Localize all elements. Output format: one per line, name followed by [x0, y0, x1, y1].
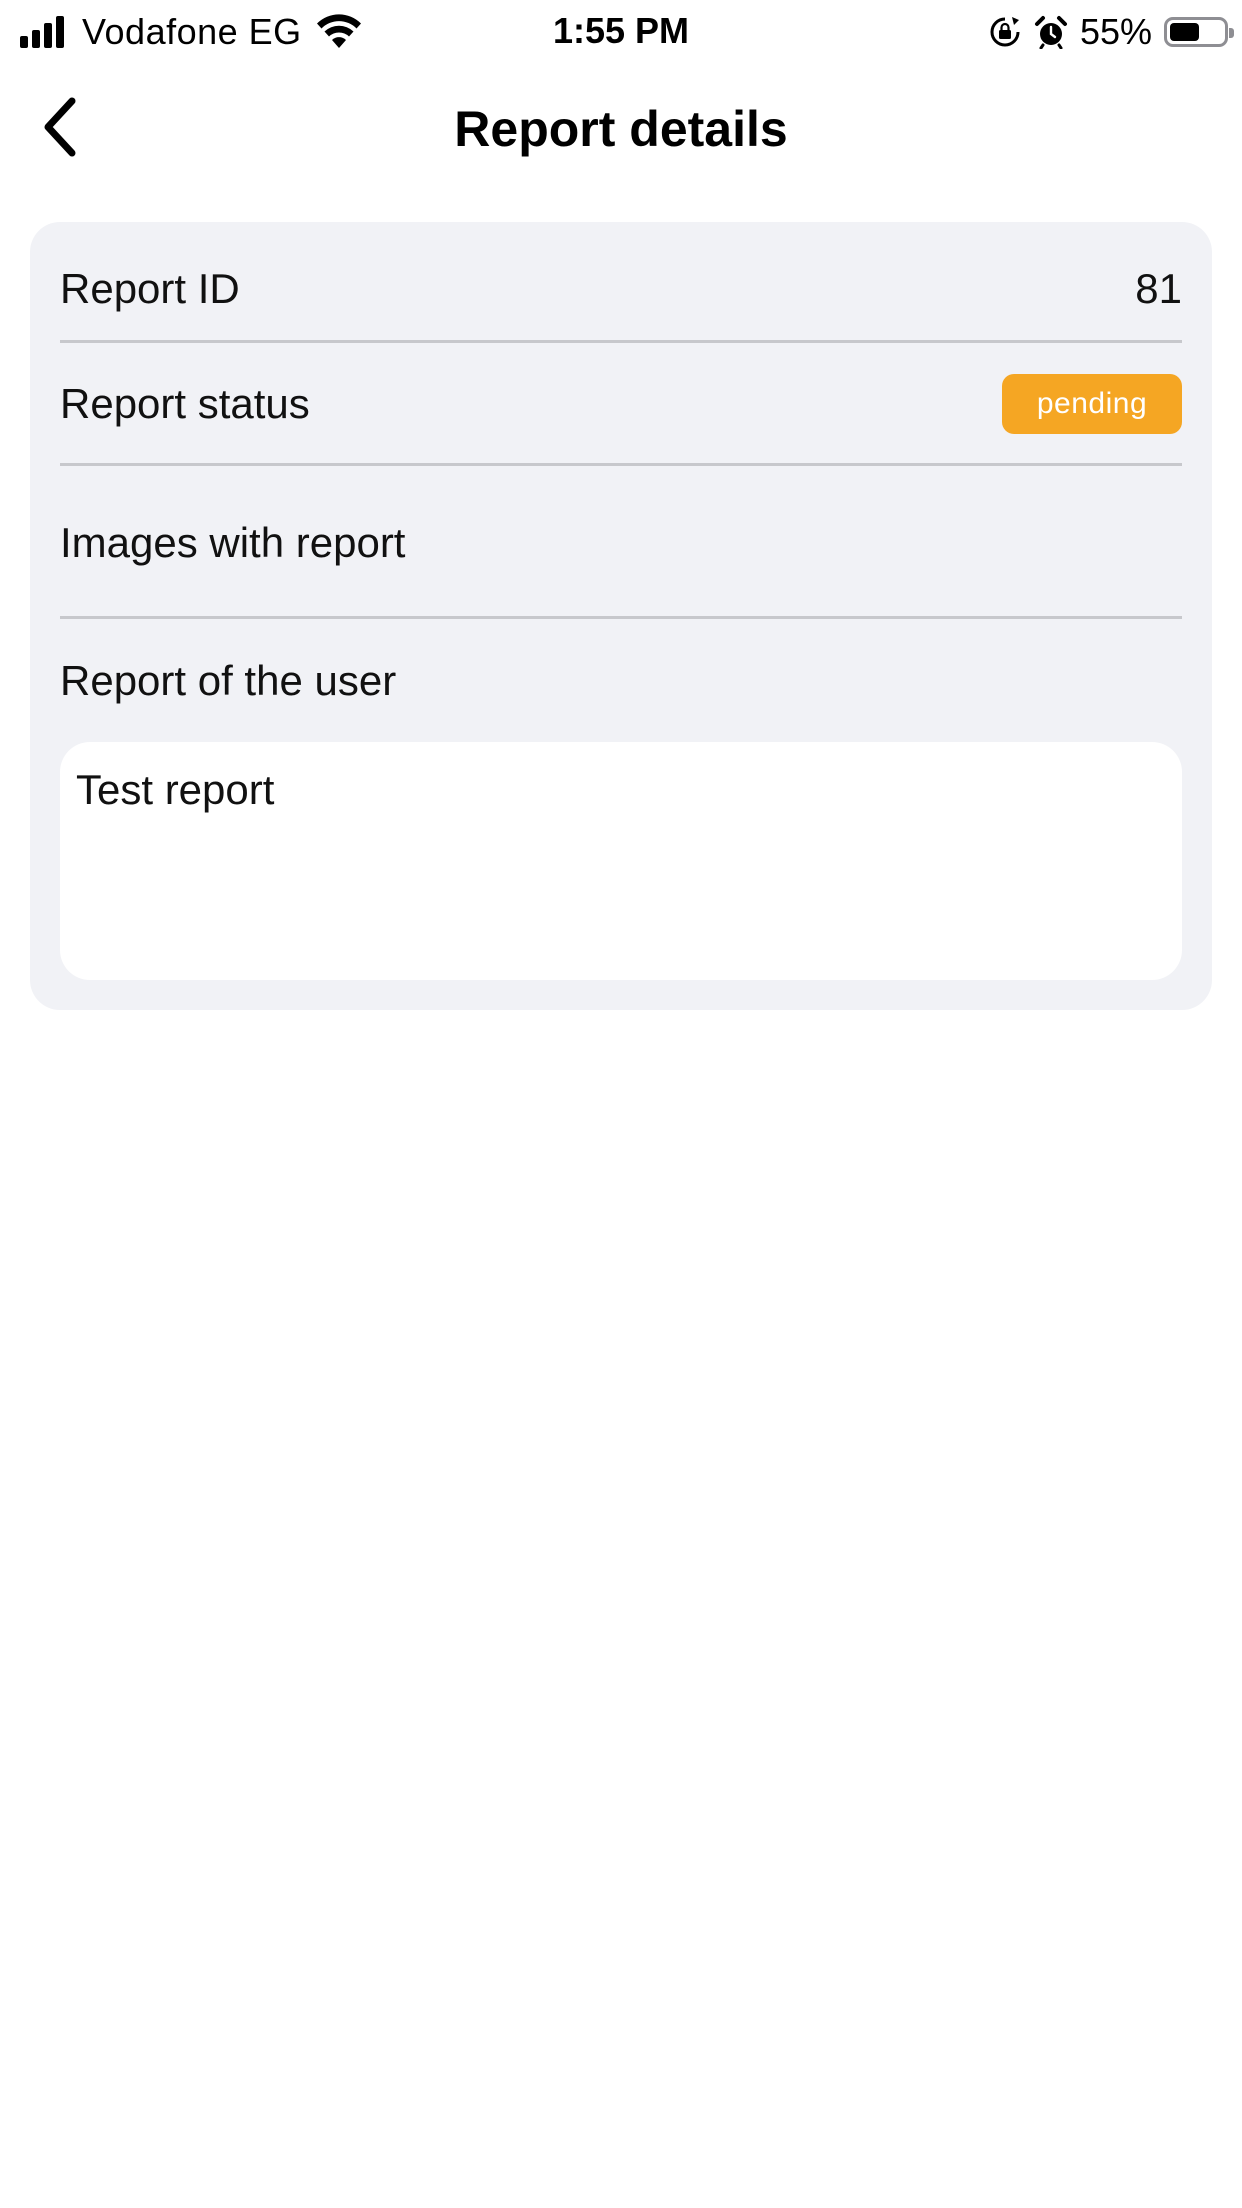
- report-details-card: Report ID 81 Report status pending Image…: [30, 222, 1212, 1010]
- user-report-text: Test report: [76, 766, 275, 813]
- report-id-label: Report ID: [60, 265, 240, 312]
- status-badge: pending: [1002, 374, 1182, 434]
- report-status-row: Report status pending: [60, 374, 1182, 434]
- user-report-label: Report of the user: [60, 657, 397, 704]
- divider: [60, 340, 1182, 343]
- report-status-label: Report status: [60, 380, 310, 427]
- page-title: Report details: [454, 101, 788, 157]
- images-row: Images with report: [60, 512, 1182, 574]
- report-id-row: Report ID 81: [60, 258, 1182, 320]
- status-bar-right: 55%: [988, 11, 1234, 52]
- divider: [60, 463, 1182, 466]
- user-report-box: Test report: [60, 742, 1182, 980]
- alarm-icon: [1034, 16, 1067, 49]
- nav-bar: Report details: [0, 64, 1242, 188]
- battery-nub: [1229, 28, 1234, 38]
- status-bar: Vodafone EG 1:55 PM 55%: [0, 0, 1242, 64]
- images-with-report-label: Images with report: [60, 519, 406, 566]
- divider: [60, 616, 1182, 619]
- battery-level: [1170, 23, 1199, 41]
- user-report-row: Report of the user: [60, 650, 1182, 712]
- battery-percent: 55%: [1079, 11, 1152, 52]
- orientation-lock-icon: [990, 17, 1020, 47]
- report-id-value: 81: [1135, 265, 1182, 312]
- battery-icon: [1164, 17, 1234, 47]
